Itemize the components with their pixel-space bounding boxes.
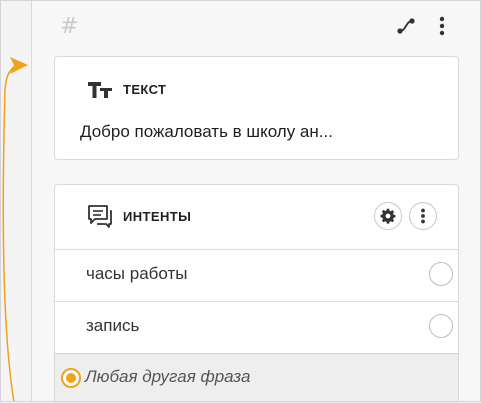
intents-menu-button[interactable] — [409, 202, 437, 230]
kebab-menu-icon — [439, 16, 445, 36]
intent-connector-port[interactable] — [429, 262, 453, 286]
intents-block-toolbar — [374, 202, 437, 230]
chat-bubble-icon — [88, 205, 112, 228]
kebab-menu-icon — [421, 208, 425, 224]
text-type-icon — [88, 82, 112, 98]
scenario-node[interactable]: # ТЕКСТ Добро пожаловать в школу ан... И… — [31, 0, 481, 403]
intent-item-label: запись — [86, 316, 140, 335]
text-block-title: ТЕКСТ — [123, 81, 167, 97]
intent-item-label: часы работы — [86, 264, 188, 283]
node-menu-button[interactable] — [431, 15, 453, 37]
intents-block-title: ИНТЕНТЫ — [123, 208, 192, 224]
intent-item[interactable]: часы работы — [55, 249, 458, 301]
text-block-header: ТЕКСТ — [87, 79, 166, 99]
connection-route-icon — [397, 18, 415, 34]
intents-block-header: ИНТЕНТЫ — [87, 204, 191, 228]
intents-settings-button[interactable] — [374, 202, 402, 230]
fallback-intent-row[interactable]: Любая другая фраза — [55, 353, 458, 403]
connector-line — [2, 64, 19, 402]
incoming-connector — [2, 57, 28, 402]
text-block-card[interactable]: ТЕКСТ Добро пожаловать в школу ан... — [54, 56, 459, 160]
intent-item[interactable]: запись — [55, 301, 458, 353]
intent-connector-port[interactable] — [429, 314, 453, 338]
text-block-preview[interactable]: Добро пожаловать в школу ан... — [80, 122, 420, 142]
connector-arrowhead — [10, 57, 28, 74]
fallback-intent-label: Любая другая фраза — [85, 367, 251, 386]
fallback-connector-port[interactable] — [61, 368, 81, 388]
intents-block-card[interactable]: ИНТЕНТЫ часы работы запись Любая другая … — [54, 184, 459, 403]
connection-route-button[interactable] — [395, 15, 417, 37]
gear-icon — [380, 208, 396, 224]
node-anchor-hash: # — [60, 14, 79, 39]
node-toolbar — [395, 15, 453, 37]
